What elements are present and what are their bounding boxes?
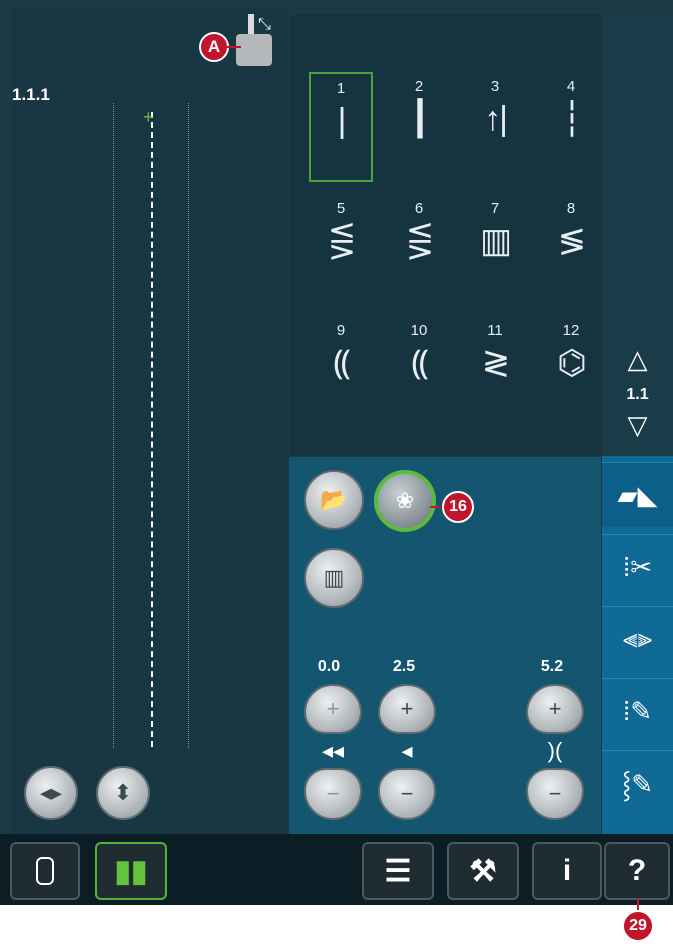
- stitch-length-value: 2.5: [392, 658, 416, 675]
- stitch-menu-icon[interactable]: ▰◣: [602, 462, 673, 527]
- stitch-number: 6: [414, 200, 424, 217]
- mirror-vertical-icon: ⬍: [113, 780, 133, 805]
- embroidery-hoop-icon: [36, 857, 54, 885]
- wide-zigzag-stitch-icon: ≶: [557, 222, 587, 260]
- right-guide-line: [188, 103, 189, 748]
- scroll-down-arrow-icon[interactable]: ▽: [602, 410, 673, 441]
- stitch-number: 8: [566, 200, 576, 217]
- stitch-cell-2[interactable]: 2 ┃: [387, 72, 451, 182]
- info-button[interactable]: i: [532, 842, 602, 900]
- stitch-density-icon: )(: [547, 738, 563, 763]
- plus-icon: +: [548, 696, 562, 721]
- length-increase-button[interactable]: +: [378, 684, 436, 734]
- tools-icon: ⚒: [469, 854, 497, 888]
- sewing-mode-icon: ▮▮: [114, 854, 148, 888]
- stitch-selection-grid: 1 | 2 ┃ 3 ↑| 4 ┆ 5 ⋚ 6 ⋚ 7 ▥ 8 ≶ 9 ⸨ 10 …: [289, 14, 601, 456]
- page-indicator: 1.1: [626, 386, 649, 403]
- left-guide-line: [113, 103, 114, 748]
- tapering-icon: ▥: [323, 565, 345, 590]
- stitch-id-label: 1.1.1: [12, 85, 50, 104]
- stitch-cell-8[interactable]: 8 ≶: [539, 194, 603, 304]
- stitch-width-icon: ◂◂: [321, 738, 345, 763]
- needle-position-icon: +: [143, 107, 154, 127]
- stitch-cell-1[interactable]: 1 |: [309, 72, 373, 182]
- side-menu: △ 1.1 ▽ ▰◣ ⁞✂ ⫷⫸ ⁞✎ ⸾✎: [602, 14, 673, 834]
- callout-a-line: [227, 46, 241, 48]
- minus-icon: −: [326, 781, 340, 806]
- satin-stitch-icon: ▥: [479, 222, 512, 260]
- stitch-cell-12[interactable]: 12 ⌬: [539, 316, 603, 426]
- stitch-number: 11: [487, 322, 503, 339]
- stitch-number: 7: [490, 200, 500, 217]
- stitch-number: 12: [562, 322, 580, 339]
- folder-import-icon: 📂: [320, 487, 348, 512]
- stitch-cell-5[interactable]: 5 ⋚: [309, 194, 373, 304]
- menu-list-icon: ☰: [384, 854, 412, 888]
- stitch-options-button[interactable]: ❀: [374, 470, 436, 532]
- stitch-length-icon: ◂: [401, 738, 413, 763]
- stitch-width-value: 0.0: [317, 658, 341, 675]
- stitch-density-value: 5.2: [540, 658, 564, 675]
- fullscreen-expand-icon[interactable]: ⤡: [258, 16, 271, 34]
- callout-a: A: [199, 32, 229, 62]
- stitch-cell-6[interactable]: 6 ⋚: [387, 194, 451, 304]
- reverse-straight-stitch-icon: ↑|: [484, 100, 508, 138]
- mirror-side-to-side-button[interactable]: ◂▸: [24, 766, 78, 820]
- cut-thread-icon[interactable]: ⁞✂: [602, 534, 673, 599]
- stitch-cell-9[interactable]: 9 ⸨: [309, 316, 373, 426]
- stitch-number: 1: [336, 80, 346, 97]
- sewing-mode-button[interactable]: ▮▮: [95, 842, 167, 900]
- stitch-cell-11[interactable]: 11 ≷: [463, 316, 527, 426]
- callout-29: 29: [622, 910, 654, 942]
- stitch-cell-3[interactable]: 3 ↑|: [463, 72, 527, 182]
- stitch-cell-4[interactable]: 4 ┆: [539, 72, 603, 182]
- four-step-zigzag-icon: ⸨: [411, 344, 428, 382]
- stitch-number: 4: [566, 78, 576, 95]
- stitch-number: 10: [410, 322, 428, 339]
- stitch-number: 2: [414, 78, 424, 95]
- three-step-zigzag-icon: ⸨: [333, 344, 350, 382]
- stitch-preview-panel: [12, 8, 288, 836]
- width-increase-button[interactable]: +: [304, 684, 362, 734]
- density-increase-button[interactable]: +: [526, 684, 584, 734]
- stitch-number: 5: [336, 200, 346, 217]
- zigzag-stitch-icon: ⋚: [405, 222, 435, 260]
- presser-foot-icon: [236, 34, 272, 66]
- info-icon: i: [562, 854, 572, 887]
- plus-icon: +: [326, 696, 340, 721]
- load-design-button[interactable]: 📂: [304, 470, 364, 530]
- mirror-horizontal-icon: ◂▸: [39, 780, 63, 805]
- stitch-number: 9: [336, 322, 346, 339]
- straight-stitch-preview: [151, 112, 153, 747]
- help-icon: ?: [627, 854, 647, 887]
- callout-16: 16: [442, 491, 474, 523]
- honeycomb-stitch-icon: ⌬: [557, 344, 587, 382]
- embroidery-mode-button[interactable]: [10, 842, 80, 900]
- mirror-end-to-end-button[interactable]: ⬍: [96, 766, 150, 820]
- menu-button[interactable]: ☰: [362, 842, 434, 900]
- stitch-options-icon: ❀: [395, 488, 415, 513]
- straight-stitch-icon: |: [337, 102, 347, 140]
- minus-icon: −: [400, 781, 414, 806]
- scroll-up-arrow-icon[interactable]: △: [602, 344, 673, 375]
- triple-straight-stitch-icon: ┃: [409, 100, 430, 138]
- machine-screen: 1.1.1 + ⤡ A ◂▸ ⬍ 1 | 2 ┃ 3 ↑| 4 ┆ 5 ⋚ 6 …: [0, 0, 673, 905]
- minus-icon: −: [548, 781, 562, 806]
- stitch-cell-7[interactable]: 7 ▥: [463, 194, 527, 304]
- settings-button[interactable]: ⚒: [447, 842, 519, 900]
- stitch-cell-10[interactable]: 10 ⸨: [387, 316, 451, 426]
- sequence-icon[interactable]: ⁞✎: [602, 678, 673, 743]
- elastic-zigzag-icon: ≷: [481, 344, 511, 382]
- stitch-number: 3: [490, 78, 500, 95]
- basting-stitch-icon: ┆: [561, 100, 582, 138]
- tapering-button[interactable]: ▥: [304, 548, 364, 608]
- help-button[interactable]: ?: [604, 842, 670, 900]
- bottom-toolbar: ▮▮ ☰ ⚒ i ?: [0, 834, 673, 905]
- zigzag-stitch-icon: ⋚: [327, 222, 357, 260]
- plus-icon: +: [400, 696, 414, 721]
- stitch-creator-icon[interactable]: ⸾✎: [602, 750, 673, 815]
- balance-icon[interactable]: ⫷⫸: [602, 606, 673, 671]
